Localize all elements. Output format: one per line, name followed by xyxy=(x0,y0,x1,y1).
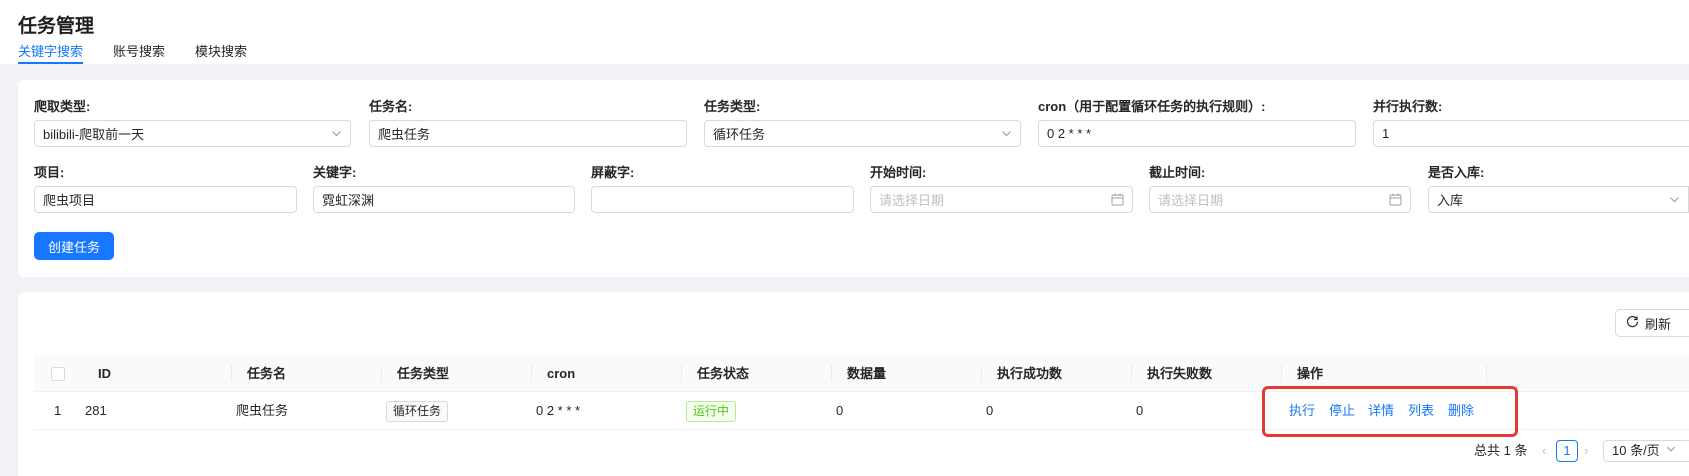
column-header-fail-count: 执行失败数 xyxy=(1147,366,1213,381)
concurrency-value: 1 xyxy=(1382,126,1390,141)
column-divider xyxy=(381,365,382,382)
store-label: 是否入库: xyxy=(1428,165,1485,180)
tab-module-search[interactable]: 模块搜索 xyxy=(195,41,247,64)
store-value: 入库 xyxy=(1437,193,1464,208)
chevron-down-icon xyxy=(1001,128,1012,139)
end-time-label: 截止时间: xyxy=(1149,165,1206,180)
blocked-words-label: 屏蔽字: xyxy=(591,165,635,180)
crawl-type-select[interactable]: bilibili-爬取前一天 xyxy=(34,120,351,147)
start-time-picker[interactable]: 请选择日期 xyxy=(870,186,1133,213)
select-all-checkbox[interactable] xyxy=(51,367,65,381)
column-header-id: ID xyxy=(98,366,111,381)
start-time-label: 开始时间: xyxy=(870,165,927,180)
row-data-count: 0 xyxy=(836,403,844,418)
tab-keyword-search[interactable]: 关键字搜索 xyxy=(18,41,84,64)
column-header-task-type: 任务类型 xyxy=(397,366,450,381)
project-input[interactable]: 爬虫项目 xyxy=(34,186,297,213)
project-label: 项目: xyxy=(34,165,65,180)
task-type-select[interactable]: 循环任务 xyxy=(704,120,1021,147)
column-header-data-count: 数据量 xyxy=(847,366,887,381)
store-select[interactable]: 入库 xyxy=(1428,186,1689,213)
column-divider xyxy=(1281,365,1282,382)
row-id: 281 xyxy=(85,403,107,418)
status-badge: 运行中 xyxy=(686,401,737,422)
column-divider xyxy=(231,365,232,382)
pagination-total: 总共 1 条 xyxy=(1474,443,1528,458)
reload-icon xyxy=(1626,315,1639,331)
end-time-placeholder: 请选择日期 xyxy=(1158,193,1224,208)
next-page-icon[interactable]: › xyxy=(1584,440,1588,462)
crawl-type-value: bilibili-爬取前一天 xyxy=(43,127,145,142)
row-fail-count: 0 xyxy=(1136,403,1144,418)
chevron-down-icon xyxy=(1669,194,1680,205)
column-divider xyxy=(681,365,682,382)
refresh-button[interactable]: 刷新 xyxy=(1615,309,1689,337)
chevron-down-icon xyxy=(1666,441,1676,461)
start-time-placeholder: 请选择日期 xyxy=(879,193,945,208)
column-header-cron: cron xyxy=(547,366,576,381)
calendar-icon xyxy=(1389,193,1402,206)
tab-account-search[interactable]: 账号搜索 xyxy=(113,41,165,64)
column-divider xyxy=(981,365,982,382)
column-divider xyxy=(1486,365,1487,382)
column-divider xyxy=(531,365,532,382)
task-type-label: 任务类型: xyxy=(704,99,761,114)
keyword-label: 关键字: xyxy=(313,165,357,180)
task-type-tag: 循环任务 xyxy=(386,401,449,422)
cron-value: 0 2 * * * xyxy=(1047,126,1092,141)
project-value: 爬虫项目 xyxy=(43,193,96,208)
task-name-input[interactable]: 爬虫任务 xyxy=(369,120,687,147)
row-index: 1 xyxy=(54,403,62,418)
blocked-words-input[interactable] xyxy=(591,186,854,213)
cron-input[interactable]: 0 2 * * * xyxy=(1038,120,1356,147)
cron-label: cron（用于配置循环任务的执行规则）: xyxy=(1038,99,1266,114)
concurrency-label: 并行执行数: xyxy=(1373,99,1443,114)
page-size-value: 10 条/页 xyxy=(1612,443,1660,458)
column-divider xyxy=(831,365,832,382)
crawl-type-label: 爬取类型: xyxy=(34,99,91,114)
row-cron: 0 2 * * * xyxy=(536,403,581,418)
prev-page-icon[interactable]: ‹ xyxy=(1542,440,1546,462)
page-size-select[interactable]: 10 条/页 xyxy=(1603,440,1689,462)
chevron-down-icon xyxy=(331,128,342,139)
search-tabs: 关键字搜索 账号搜索 模块搜索 xyxy=(18,41,277,64)
calendar-icon xyxy=(1111,193,1124,206)
column-header-success-count: 执行成功数 xyxy=(997,366,1063,381)
refresh-label: 刷新 xyxy=(1645,316,1672,332)
task-name-value: 爬虫任务 xyxy=(378,127,431,142)
page-title: 任务管理 xyxy=(18,16,95,37)
page-item-current[interactable]: 1 xyxy=(1556,440,1578,462)
row-success-count: 0 xyxy=(986,403,994,418)
create-task-button[interactable]: 创建任务 xyxy=(34,232,114,260)
concurrency-input[interactable]: 1 xyxy=(1373,120,1689,147)
keyword-input[interactable]: 霓虹深渊 xyxy=(313,186,575,213)
keyword-value: 霓虹深渊 xyxy=(322,193,375,208)
column-header-status: 任务状态 xyxy=(697,366,750,381)
task-name-label: 任务名: xyxy=(369,99,413,114)
column-header-task-name: 任务名 xyxy=(247,366,287,381)
row-task-name: 爬虫任务 xyxy=(236,403,289,418)
column-divider xyxy=(1131,365,1132,382)
actions-highlight-box xyxy=(1262,386,1518,437)
page-header: 任务管理 关键字搜索 账号搜索 模块搜索 xyxy=(0,0,1689,64)
end-time-picker[interactable]: 请选择日期 xyxy=(1149,186,1411,213)
task-type-value: 循环任务 xyxy=(713,127,766,142)
